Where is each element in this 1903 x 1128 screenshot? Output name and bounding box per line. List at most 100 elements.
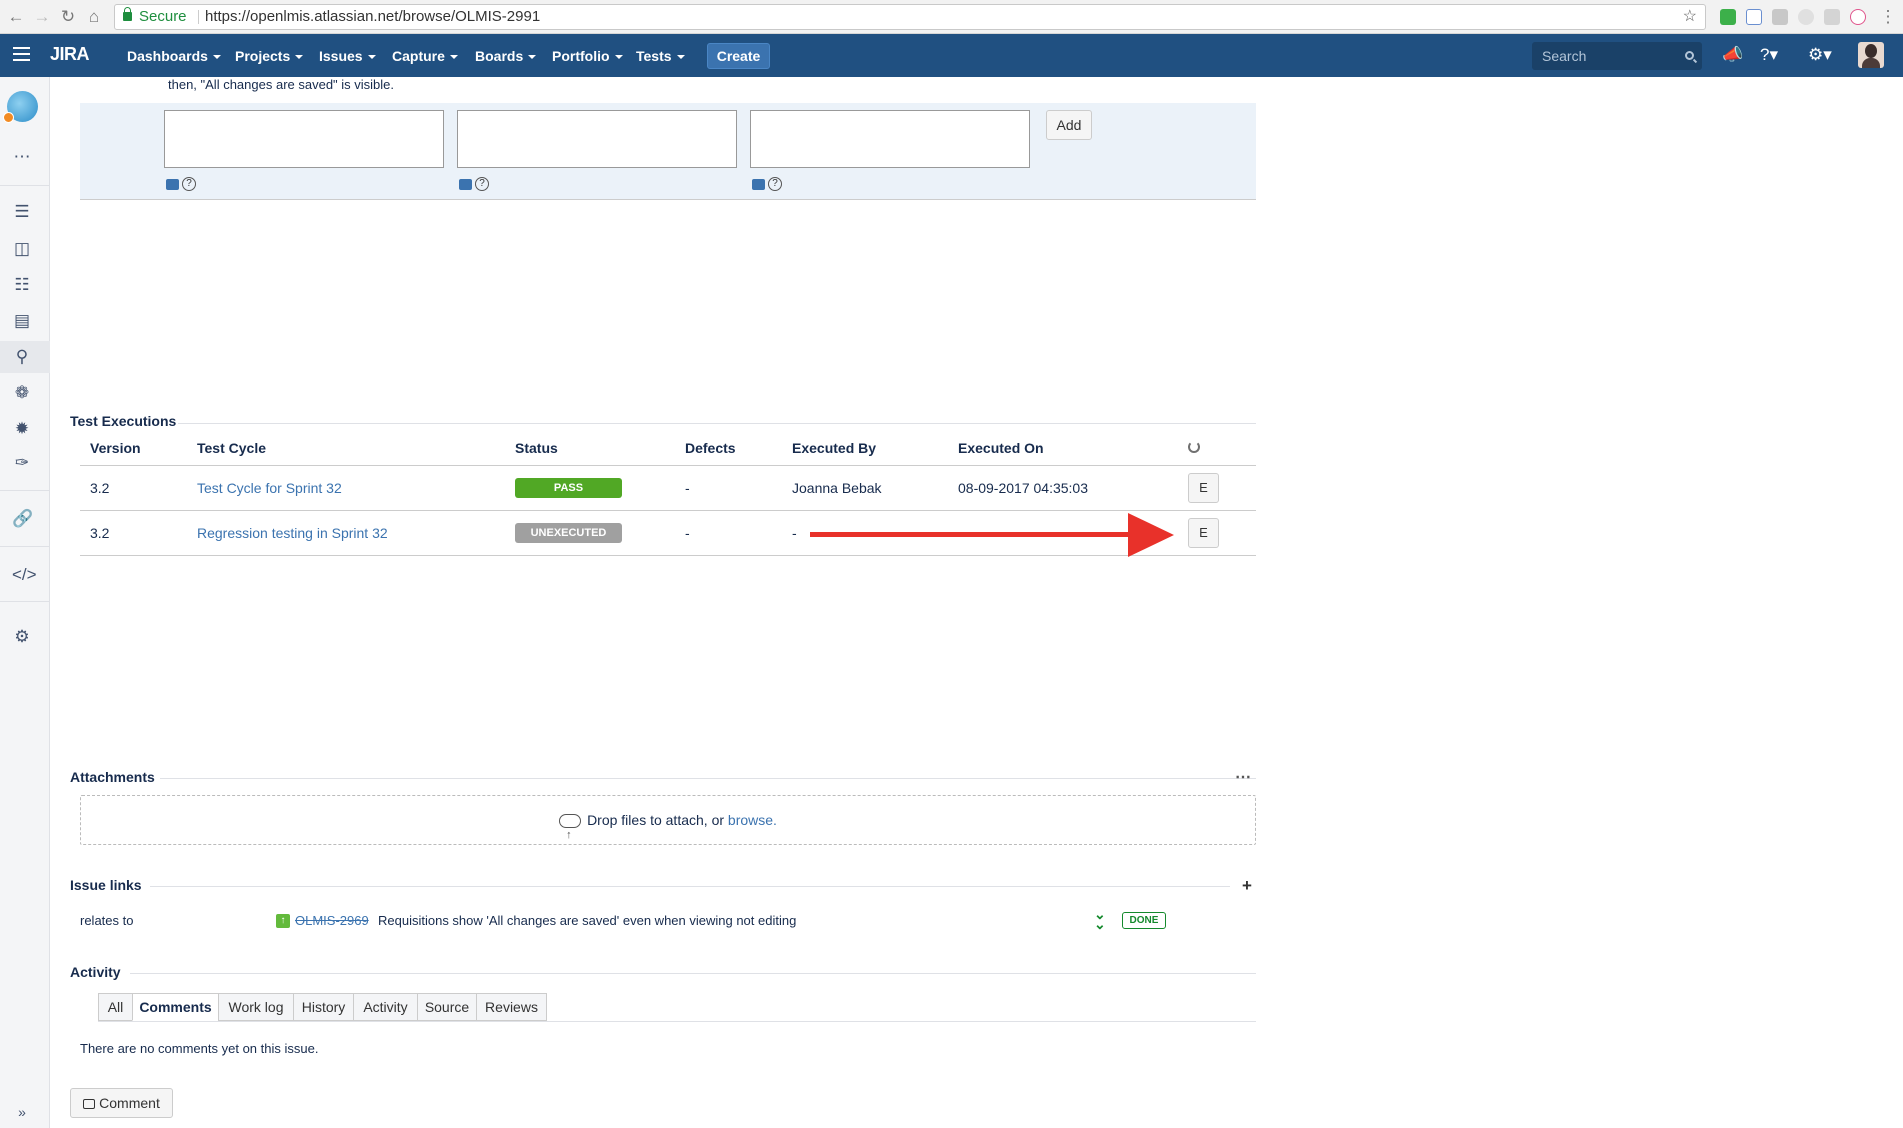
- add-step-button[interactable]: Add: [1046, 110, 1092, 140]
- attach-icon[interactable]: [752, 178, 765, 190]
- reports-icon[interactable]: ▤: [12, 311, 32, 331]
- story-icon: ↑: [276, 914, 290, 928]
- nav-projects[interactable]: Projects: [235, 48, 304, 64]
- backlog-icon[interactable]: ☰: [12, 202, 32, 222]
- browser-chrome: ← → ↻ ⌂ Secure https://openlmis.atlassia…: [0, 0, 1903, 34]
- tab-activity[interactable]: Activity: [353, 993, 418, 1021]
- browser-menu-icon[interactable]: ⋮: [1878, 7, 1898, 27]
- attachment-dropzone[interactable]: Drop files to attach, or browse.: [80, 795, 1256, 859]
- more-options-icon[interactable]: ⋯: [1235, 767, 1251, 787]
- issue-main: then, "All changes are saved" is visible…: [50, 77, 1903, 1128]
- tab-history[interactable]: History: [293, 993, 354, 1021]
- settings-gear-icon[interactable]: ⚙▾: [1808, 45, 1832, 65]
- help-icon[interactable]: ?▾: [1760, 45, 1778, 65]
- top-navigation: JIRA Dashboards Projects Issues Capture …: [0, 34, 1903, 77]
- help-icon[interactable]: ?: [182, 177, 196, 192]
- link-icon[interactable]: 🔗: [12, 509, 33, 529]
- extension-icon[interactable]: [1798, 9, 1814, 25]
- nav-portfolio[interactable]: Portfolio: [552, 48, 623, 64]
- secure-label: Secure: [139, 8, 187, 25]
- column-header: Defects: [675, 431, 782, 466]
- nav-dashboards[interactable]: Dashboards: [127, 48, 221, 64]
- test-cycle-link[interactable]: Test Cycle for Sprint 32: [197, 480, 342, 496]
- more-icon[interactable]: ⋯: [12, 147, 32, 167]
- add-test-step-row: ? ? ? Add: [80, 103, 1256, 200]
- home-icon[interactable]: ⌂: [84, 7, 104, 27]
- test-cycle-link[interactable]: Regression testing in Sprint 32: [197, 525, 388, 541]
- no-comments-text: There are no comments yet on this issue.: [80, 1041, 319, 1056]
- lock-icon: [123, 7, 132, 21]
- test-executions-title: Test Executions: [70, 413, 177, 429]
- comment-icon: [83, 1099, 96, 1110]
- issue-links-title: Issue links: [70, 877, 142, 893]
- comment-button[interactable]: Comment: [70, 1088, 173, 1118]
- linked-issue-key[interactable]: OLMIS-2969: [295, 913, 369, 928]
- annotation-arrow-head: [1128, 513, 1174, 557]
- activity-title: Activity: [70, 964, 121, 980]
- priority-low-icon: ⌄ ⌄: [1094, 906, 1106, 932]
- browse-link[interactable]: browse.: [728, 812, 777, 828]
- back-icon[interactable]: ←: [6, 7, 26, 27]
- linked-issue-summary: Requisitions show 'All changes are saved…: [378, 913, 797, 928]
- tab-all[interactable]: All: [98, 993, 133, 1021]
- forward-icon[interactable]: →: [32, 7, 52, 27]
- help-icon[interactable]: ?: [475, 177, 489, 192]
- status-badge: PASS: [515, 477, 622, 498]
- nav-tests[interactable]: Tests: [636, 48, 685, 64]
- code-icon[interactable]: </>: [12, 565, 37, 585]
- column-header: Version: [80, 431, 187, 466]
- extension-icon[interactable]: [1746, 9, 1762, 25]
- extension-icon[interactable]: [1850, 9, 1866, 25]
- table-row: 3.2 Test Cycle for Sprint 32 PASS - Joan…: [80, 465, 1256, 511]
- tab-work-log[interactable]: Work log: [218, 993, 294, 1021]
- nav-issues[interactable]: Issues: [319, 48, 376, 64]
- column-header: Executed By: [782, 431, 948, 466]
- address-bar[interactable]: Secure https://openlmis.atlassian.net/br…: [114, 4, 1706, 30]
- nav-boards[interactable]: Boards: [475, 48, 537, 64]
- user-avatar[interactable]: [1858, 42, 1884, 68]
- feather-icon[interactable]: ✑: [12, 453, 32, 473]
- help-icon[interactable]: ?: [768, 177, 782, 192]
- attachments-title: Attachments: [70, 769, 155, 785]
- feedback-megaphone-icon[interactable]: 📣: [1722, 45, 1743, 65]
- add-link-icon[interactable]: +: [1242, 876, 1252, 896]
- annotation-arrow: [810, 532, 1130, 537]
- bug-icon[interactable]: ✹: [12, 419, 32, 439]
- column-header: Executed On: [948, 431, 1178, 466]
- search-input[interactable]: Search: [1532, 42, 1702, 70]
- expand-sidebar-icon[interactable]: »: [12, 1102, 32, 1122]
- app-switcher-icon[interactable]: [13, 47, 30, 61]
- extension-icon[interactable]: [1824, 9, 1840, 25]
- jira-logo[interactable]: JIRA: [50, 44, 90, 65]
- attach-icon[interactable]: [166, 178, 179, 190]
- upload-cloud-icon: [559, 811, 582, 859]
- refresh-icon[interactable]: [1188, 440, 1200, 453]
- create-button[interactable]: Create: [707, 43, 770, 69]
- project-settings-icon[interactable]: ⚙: [12, 627, 32, 647]
- execute-button[interactable]: E: [1188, 517, 1219, 548]
- attach-icon[interactable]: [459, 178, 472, 190]
- releases-icon[interactable]: ☷: [12, 275, 32, 295]
- extension-icon[interactable]: [1772, 9, 1788, 25]
- nav-capture[interactable]: Capture: [392, 48, 458, 64]
- tab-comments[interactable]: Comments: [132, 993, 219, 1021]
- test-step-result-text: then, "All changes are saved" is visible…: [168, 77, 395, 92]
- board-icon[interactable]: ◫: [12, 239, 32, 259]
- extension-check-icon[interactable]: [1720, 9, 1736, 25]
- project-sidebar: ⋯ ☰ ◫ ☷ ▤ ⚲ ❁ ✹ ✑ 🔗 </> ⚙ »: [0, 77, 50, 1128]
- tab-reviews[interactable]: Reviews: [476, 993, 547, 1021]
- status-badge: DONE: [1122, 912, 1166, 929]
- step-input[interactable]: [164, 110, 444, 168]
- link-relation: relates to: [80, 913, 134, 928]
- column-header: Test Cycle: [187, 431, 505, 466]
- search-icon: [1685, 51, 1694, 60]
- test-data-input[interactable]: [457, 110, 737, 168]
- execute-button[interactable]: E: [1188, 472, 1219, 503]
- expected-result-input[interactable]: [750, 110, 1030, 168]
- status-badge: UNEXECUTED: [515, 522, 622, 543]
- tab-source[interactable]: Source: [417, 993, 477, 1021]
- addons-puzzle-icon[interactable]: ❁: [12, 383, 32, 403]
- issues-icon[interactable]: ⚲: [12, 347, 32, 367]
- reload-icon[interactable]: ↻: [58, 7, 78, 27]
- bookmark-star-icon[interactable]: ☆: [1683, 5, 1697, 29]
